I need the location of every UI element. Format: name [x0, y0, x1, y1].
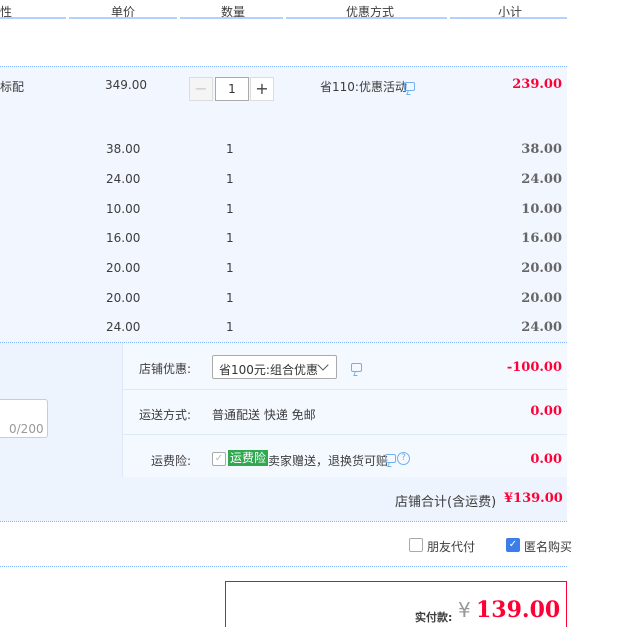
shop-total-value: ¥139.00 — [504, 491, 563, 506]
item-price: 349.00 — [105, 78, 147, 92]
insurance-text: 卖家赠送，退换货可赔 — [268, 454, 389, 468]
quantity-input[interactable]: 1 — [215, 77, 249, 101]
gift-item-qty: 1 — [226, 172, 234, 186]
insurance-label: 运费险: — [150, 454, 191, 468]
gift-item-price: 24.00 — [106, 172, 141, 186]
anonymous-label[interactable]: 匿名购买 — [524, 538, 572, 555]
gift-item-qty: 1 — [226, 261, 234, 275]
gift-item-qty: 1 — [226, 231, 234, 245]
gift-item-price: 24.00 — [106, 320, 141, 334]
gift-item-subtotal: 20.00 — [521, 291, 562, 306]
header-divider — [180, 17, 283, 19]
chat-icon[interactable] — [404, 82, 415, 91]
friend-pay-checkbox[interactable] — [409, 538, 423, 552]
chat-icon[interactable] — [385, 454, 396, 463]
row-divider — [122, 389, 567, 390]
section-divider — [0, 566, 567, 567]
gift-item-subtotal: 20.00 — [521, 261, 562, 276]
shop-coupon-value: 省100元:组合优惠 — [219, 363, 318, 377]
gift-item-subtotal: 24.00 — [521, 320, 562, 335]
quantity-increase-button[interactable]: + — [250, 77, 274, 101]
gift-item-price: 16.00 — [106, 231, 141, 245]
insurance-badge: 运费险 — [228, 450, 269, 466]
header-divider — [0, 17, 66, 19]
gift-item-price: 38.00 — [106, 142, 141, 156]
item-discount: 省110:优惠活动 — [320, 80, 407, 94]
gift-item-qty: 1 — [226, 291, 234, 305]
payment-currency: ¥ — [458, 598, 471, 622]
section-divider — [0, 521, 567, 522]
header-divider — [69, 17, 177, 19]
chevron-down-icon — [317, 359, 329, 371]
gift-item-price: 10.00 — [106, 202, 141, 216]
item-spec: 标配 — [0, 80, 25, 94]
quantity-decrease-button[interactable]: − — [189, 77, 213, 101]
gift-item-subtotal: 16.00 — [521, 231, 562, 246]
gift-item-price: 20.00 — [106, 291, 141, 305]
shipping-label: 运送方式: — [138, 408, 191, 422]
shop-coupon-label: 店铺优惠: — [138, 362, 191, 376]
gift-item-qty: 1 — [226, 202, 234, 216]
insurance-amount: 0.00 — [530, 452, 562, 467]
anonymous-checkbox[interactable]: ✓ — [506, 538, 520, 552]
shipping-value: 普通配送 快递 免邮 — [212, 408, 316, 422]
gift-item-qty: 1 — [226, 142, 234, 156]
friend-pay-label[interactable]: 朋友代付 — [427, 538, 475, 555]
header-divider — [286, 17, 447, 19]
header-divider — [450, 17, 567, 19]
shop-coupon-select[interactable]: 省100元:组合优惠 — [212, 355, 337, 379]
gift-item-price: 20.00 — [106, 261, 141, 275]
help-icon[interactable]: ? — [397, 452, 410, 465]
payment-label: 实付款: — [415, 611, 453, 624]
gift-item-subtotal: 38.00 — [521, 142, 562, 157]
shop-coupon-amount: -100.00 — [506, 360, 562, 375]
shop-total-label: 店铺合计(含运费) — [395, 495, 497, 510]
shipping-amount: 0.00 — [530, 404, 562, 419]
payment-amount: 139.00 — [476, 597, 561, 623]
row-divider — [122, 434, 567, 435]
gift-item-subtotal: 24.00 — [521, 172, 562, 187]
chat-icon[interactable] — [351, 363, 362, 372]
item-subtotal: 239.00 — [512, 77, 562, 92]
insurance-checkbox[interactable]: ✓ — [212, 452, 226, 466]
gift-item-subtotal: 10.00 — [521, 202, 562, 217]
gift-item-qty: 1 — [226, 320, 234, 334]
message-counter: 0/200 — [9, 422, 44, 436]
